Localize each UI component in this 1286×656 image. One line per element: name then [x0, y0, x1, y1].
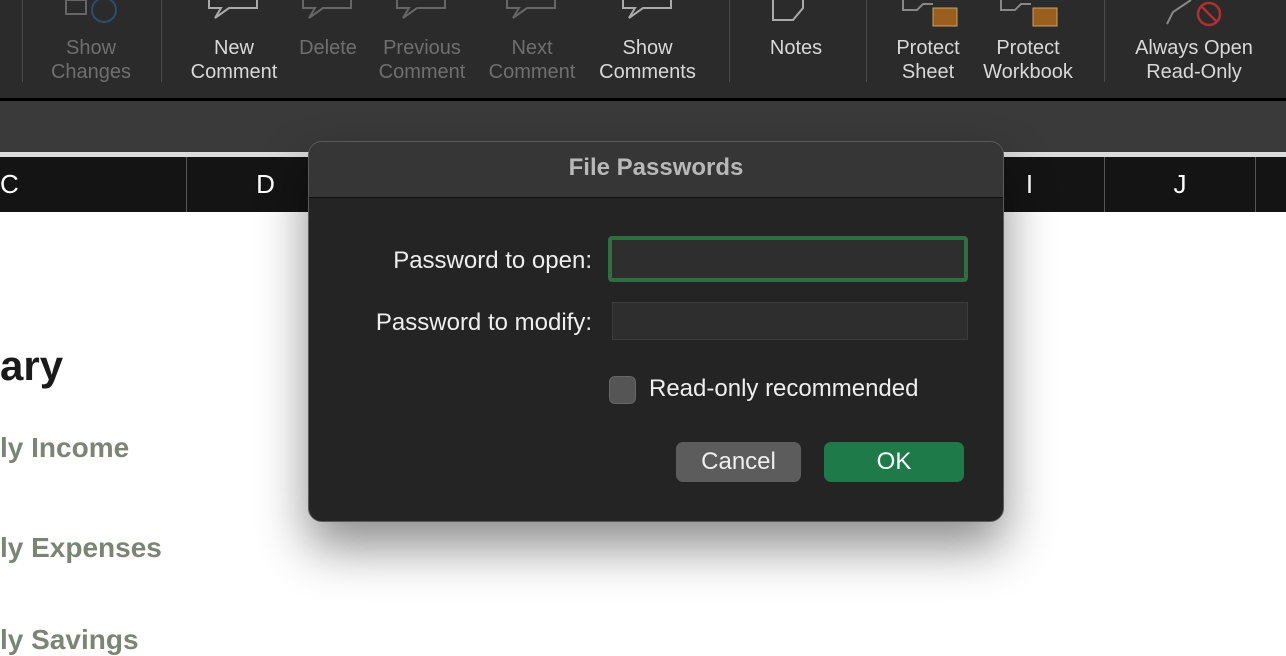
- cancel-button[interactable]: Cancel: [676, 442, 801, 482]
- separator: [161, 0, 162, 82]
- dialog-title: File Passwords: [309, 142, 1003, 198]
- read-only-pencil-icon: [1166, 0, 1222, 27]
- comment-icon: [208, 0, 258, 19]
- password-to-open-label: Password to open:: [393, 247, 592, 274]
- previous-comment-label: Previous Comment: [378, 37, 466, 83]
- previous-comment-button[interactable]: Previous Comment: [372, 0, 472, 98]
- always-open-read-only-label: Always Open Read-Only: [1135, 37, 1253, 83]
- lock-sheet-icon: [902, 0, 958, 27]
- show-comments-button[interactable]: Show Comments: [590, 0, 705, 98]
- password-to-modify-input[interactable]: [612, 302, 968, 340]
- column-header-c[interactable]: C: [0, 157, 187, 212]
- file-passwords-dialog: File Passwords Password to open: Passwor…: [308, 141, 1004, 522]
- notes-icon: [772, 0, 804, 21]
- protect-workbook-label: Protect Workbook: [983, 37, 1073, 83]
- ribbon-toolbar: Show Changes New Comment Delete Previous…: [0, 0, 1286, 98]
- sheet-row-label: ly Income: [0, 432, 130, 463]
- separator: [1104, 0, 1105, 82]
- protect-workbook-button[interactable]: Protect Workbook: [976, 0, 1080, 98]
- protect-sheet-label: Protect Sheet: [896, 37, 960, 83]
- next-comment-icon: [506, 0, 556, 19]
- show-comments-label: Show Comments: [599, 37, 696, 83]
- separator: [866, 0, 867, 82]
- notes-label: Notes: [769, 37, 823, 59]
- show-changes-icon: [65, 0, 117, 23]
- always-open-read-only-button[interactable]: Always Open Read-Only: [1124, 0, 1264, 98]
- ok-button[interactable]: OK: [824, 442, 964, 482]
- sheet-row-label: ly Expenses: [0, 532, 162, 563]
- notes-button[interactable]: Notes: [750, 0, 842, 98]
- show-changes-label: Show Changes: [50, 37, 132, 83]
- next-comment-label: Next Comment: [488, 37, 576, 83]
- read-only-recommended-checkbox[interactable]: [609, 376, 636, 404]
- separator: [22, 0, 23, 82]
- read-only-recommended-label[interactable]: Read-only recommended: [649, 375, 918, 403]
- sheet-row-label: ly Savings: [0, 624, 139, 655]
- show-comments-icon: [621, 0, 672, 19]
- password-to-open-input[interactable]: [608, 236, 968, 282]
- delete-label: Delete: [299, 37, 357, 59]
- column-header-j[interactable]: J: [1105, 157, 1256, 212]
- show-changes-button[interactable]: Show Changes: [45, 0, 137, 98]
- delete-comment-icon: [302, 0, 352, 19]
- sheet-heading: ary: [0, 342, 64, 389]
- protect-sheet-button[interactable]: Protect Sheet: [882, 0, 974, 98]
- delete-comment-button[interactable]: Delete: [292, 0, 364, 98]
- password-to-modify-label: Password to modify:: [375, 309, 592, 336]
- lock-workbook-icon: [1000, 0, 1058, 27]
- next-comment-button[interactable]: Next Comment: [482, 0, 582, 98]
- new-comment-label: New Comment: [190, 37, 278, 83]
- separator: [729, 0, 730, 82]
- new-comment-button[interactable]: New Comment: [180, 0, 288, 98]
- previous-comment-icon: [396, 0, 446, 19]
